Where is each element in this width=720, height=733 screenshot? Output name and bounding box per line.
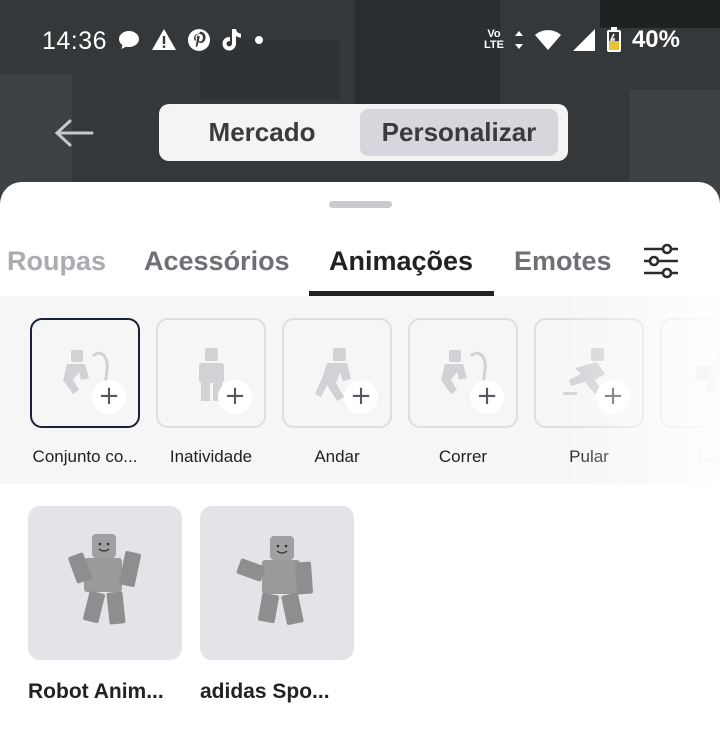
animation-slots: + Conjunto co... + Inatividade + Andar +: [0, 296, 720, 484]
dot-icon: [255, 36, 263, 44]
segment-personalizar[interactable]: Personalizar: [360, 109, 558, 156]
mode-segmented-control: Mercado Personalizar: [159, 104, 568, 161]
add-icon[interactable]: +: [596, 380, 630, 414]
slot-label: Andar: [314, 447, 360, 466]
slot-label: Pular: [569, 447, 609, 466]
adidas-avatar: [236, 536, 313, 625]
animation-item[interactable]: adidas Spo...: [200, 506, 354, 704]
tiktok-icon: [222, 29, 241, 51]
item-name: adidas Spo...: [200, 680, 330, 703]
add-icon[interactable]: +: [344, 380, 378, 414]
tab-acessorios[interactable]: Acessórios: [144, 246, 290, 277]
fall-figure-icon: [695, 350, 720, 394]
status-time: 14:36: [42, 27, 108, 55]
battery-icon: [606, 27, 621, 52]
item-thumbnail[interactable]: [200, 506, 354, 660]
slot-conjunto[interactable]: +: [30, 318, 140, 428]
segment-mercado[interactable]: Mercado: [164, 109, 360, 156]
slot-label: Correr: [438, 447, 488, 466]
filter-sliders-icon[interactable]: [641, 241, 681, 281]
signal-icon: [572, 29, 595, 51]
data-arrows-icon: [514, 31, 523, 49]
slot-cair[interactable]: [660, 318, 720, 428]
pinterest-icon: [188, 29, 210, 51]
network-label-bottom: LTE: [483, 39, 504, 51]
item-name: Robot Anim...: [28, 680, 164, 703]
slot-label: Inatividade: [169, 447, 253, 466]
slot-pular[interactable]: +: [534, 318, 644, 428]
slot-correr[interactable]: +: [408, 318, 518, 428]
slot-label: Ca: [697, 447, 719, 466]
back-arrow-icon[interactable]: [52, 116, 96, 150]
add-icon[interactable]: +: [92, 380, 126, 414]
tab-roupas[interactable]: Roupas: [7, 246, 106, 277]
slot-andar[interactable]: +: [282, 318, 392, 428]
tab-animacoes[interactable]: Animações: [329, 246, 473, 277]
chat-bubble-icon: [119, 31, 139, 49]
sheet-drag-handle[interactable]: [329, 201, 392, 208]
warning-icon: [152, 29, 176, 50]
slot-label: Conjunto co...: [32, 447, 138, 466]
add-icon[interactable]: +: [218, 380, 252, 414]
slot-inatividade[interactable]: +: [156, 318, 266, 428]
status-bar: 14:36 Vo LTE 40%: [0, 0, 720, 80]
animation-item[interactable]: Robot Anim...: [28, 506, 182, 704]
add-icon[interactable]: +: [470, 380, 504, 414]
category-tabs: Roupas Acessórios Animações Emotes: [0, 234, 720, 296]
item-thumbnail[interactable]: [28, 506, 182, 660]
tab-emotes[interactable]: Emotes: [514, 246, 612, 277]
battery-percent: 40%: [631, 26, 680, 53]
customize-sheet: Roupas Acessórios Animações Emotes + Con…: [0, 182, 720, 733]
network-type: Vo LTE: [484, 29, 504, 51]
robot-avatar: [68, 534, 141, 625]
wifi-icon: [534, 30, 561, 50]
